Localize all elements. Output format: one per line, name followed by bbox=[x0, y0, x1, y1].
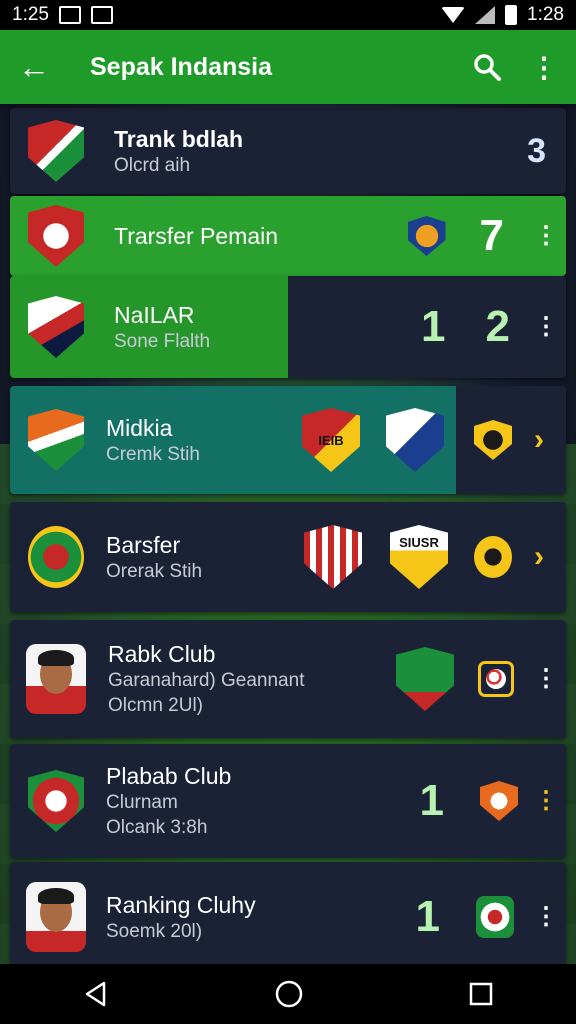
club-name: Trank bdlah bbox=[114, 125, 244, 152]
club-badge-icon bbox=[396, 647, 454, 711]
club-subtitle-2: Olcmn 2Ul) bbox=[108, 695, 204, 716]
arrow-left-icon[interactable]: ← bbox=[18, 49, 68, 86]
list-item[interactable]: Rabk Club Garanahard) Geannant Olcmn 2Ul… bbox=[10, 620, 566, 738]
club-crest-icon bbox=[28, 770, 84, 832]
list-item[interactable]: NaILAR Sone Flalth 1 2 ⋮ bbox=[10, 276, 566, 378]
status-bar: 1:25 1:28 bbox=[0, 0, 576, 30]
list-item[interactable]: Trarsfer Pemain 7 ⋮ bbox=[10, 196, 566, 276]
app-bar: ← Sepak Indansia ⋮ bbox=[0, 30, 576, 104]
club-name: Barsfer bbox=[106, 531, 181, 558]
football-icon bbox=[478, 661, 514, 697]
wifi-icon bbox=[441, 7, 466, 23]
more-vert-icon[interactable]: ⋮ bbox=[532, 315, 560, 339]
club-value: 3 bbox=[527, 131, 546, 170]
nav-home-icon[interactable] bbox=[274, 979, 304, 1009]
shield-badge-icon bbox=[407, 216, 446, 256]
club-badge-icon: SIUSR bbox=[390, 525, 448, 589]
club-list: Trank bdlah Olcrd aih 3 Trarsfer Pemain … bbox=[10, 104, 566, 972]
club-subtitle: Cremk Stih bbox=[106, 443, 200, 465]
status-time-left: 1:25 bbox=[12, 4, 49, 25]
status-time-right: 1:28 bbox=[527, 4, 564, 25]
football-badge-icon bbox=[480, 781, 518, 821]
image-icon bbox=[90, 6, 113, 24]
signal-icon bbox=[475, 6, 496, 24]
search-icon[interactable] bbox=[472, 52, 502, 82]
chevron-right-icon[interactable]: › bbox=[522, 423, 556, 457]
club-value-a: 1 bbox=[421, 302, 446, 351]
club-name: Plabab Club bbox=[106, 763, 232, 789]
club-crest-icon bbox=[28, 120, 84, 182]
club-subtitle: Orerak Stih bbox=[106, 560, 203, 582]
page-title: Sepak Indansia bbox=[90, 52, 273, 81]
system-nav-bar bbox=[0, 964, 576, 1024]
list-item[interactable]: Barsfer Orerak Stih SIUSR › bbox=[10, 502, 566, 612]
club-value: 1 bbox=[419, 776, 444, 825]
club-name: Rabk Club bbox=[108, 641, 216, 667]
club-subtitle: Olcrd aih bbox=[114, 154, 191, 176]
club-value: 1 bbox=[415, 892, 440, 941]
club-badge-icon bbox=[304, 525, 362, 589]
more-vert-icon[interactable]: ⋮ bbox=[532, 224, 560, 248]
club-name: Midkia bbox=[106, 414, 173, 441]
club-name: NaILAR bbox=[114, 301, 195, 328]
club-crest-icon bbox=[28, 296, 84, 358]
list-item[interactable]: Trank bdlah Olcrd aih 3 bbox=[10, 108, 566, 194]
club-value: 7 bbox=[479, 211, 504, 260]
club-subtitle: Sone Flalth bbox=[114, 330, 211, 352]
player-avatar bbox=[26, 882, 86, 952]
club-name: Ranking Cluhy bbox=[106, 891, 256, 918]
club-badge-icon bbox=[476, 896, 514, 938]
list-item[interactable]: Plabab Club Clurnam Olcank 3:8h 1 ⋮ bbox=[10, 744, 566, 858]
club-crest-icon bbox=[28, 409, 84, 471]
nav-back-icon[interactable] bbox=[82, 980, 110, 1008]
gallery-icon bbox=[58, 6, 81, 24]
club-value-b: 2 bbox=[485, 302, 510, 351]
badge-text: SIUSR bbox=[399, 535, 439, 550]
club-badge-icon bbox=[386, 408, 444, 472]
battery-icon bbox=[505, 5, 518, 25]
club-subtitle-2: Olcank 3:8h bbox=[106, 817, 208, 838]
list-item[interactable]: Midkia Cremk Stih IEIB › bbox=[10, 386, 566, 494]
shield-badge-icon bbox=[474, 420, 512, 460]
more-vert-icon[interactable]: ⋮ bbox=[532, 667, 560, 691]
more-vert-icon[interactable]: ⋮ bbox=[530, 51, 558, 84]
club-name: Trarsfer Pemain bbox=[114, 223, 279, 249]
club-subtitle: Clurnam bbox=[106, 792, 178, 813]
club-badge-icon: IEIB bbox=[302, 408, 360, 472]
club-subtitle: Garanahard) Geannant bbox=[108, 670, 305, 691]
round-badge-icon bbox=[474, 536, 512, 578]
list-item[interactable]: Ranking Cluhy Soemk 20l) 1 ⋮ bbox=[10, 862, 566, 972]
chevron-right-icon[interactable]: › bbox=[522, 540, 556, 574]
badge-text: IEIB bbox=[318, 432, 344, 448]
club-crest-icon bbox=[28, 205, 84, 267]
club-subtitle: Soemk 20l) bbox=[106, 920, 203, 942]
club-crest-icon bbox=[28, 526, 84, 588]
nav-recents-icon[interactable] bbox=[468, 981, 494, 1007]
player-avatar bbox=[26, 644, 86, 714]
more-vert-icon[interactable]: ⋮ bbox=[532, 789, 560, 813]
more-vert-icon[interactable]: ⋮ bbox=[532, 905, 560, 929]
